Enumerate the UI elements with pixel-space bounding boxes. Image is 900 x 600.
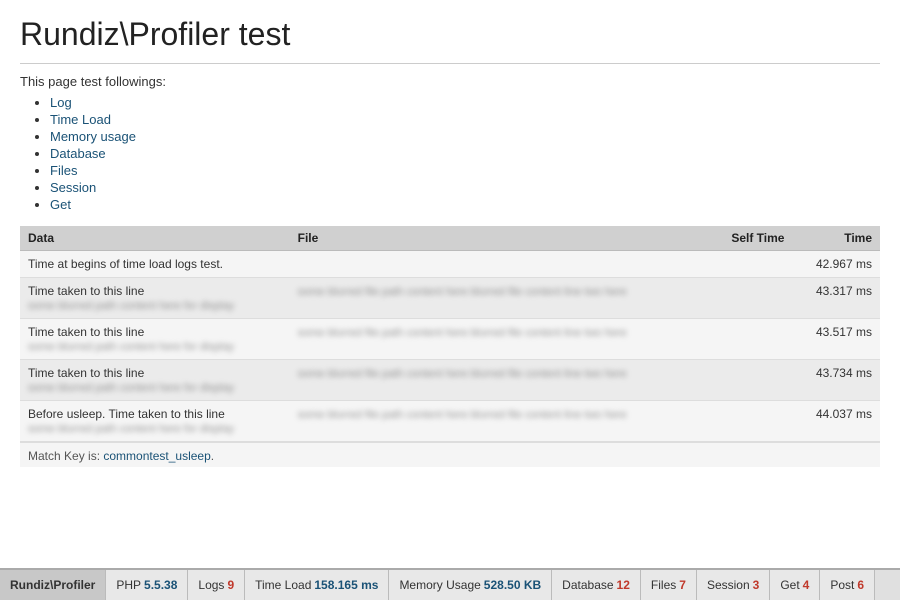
tab-get[interactable]: Get 4 [770, 570, 820, 600]
page-title: Rundiz\Profiler test [20, 16, 880, 53]
table-row: Time taken to this linesome blurred path… [20, 319, 880, 360]
cell-self-time [709, 360, 793, 401]
feature-list-item: Memory usage [50, 129, 880, 144]
cell-file [290, 251, 709, 278]
table-body: Time at begins of time load logs test. 42… [20, 251, 880, 442]
tab-bar: Rundiz\ProfilerPHP 5.5.38Logs9Time Load … [0, 568, 900, 600]
tab-badge: 9 [227, 578, 234, 592]
tab-label: PHP [116, 578, 141, 592]
feature-link[interactable]: Memory usage [50, 129, 136, 144]
tab-badge: 6 [857, 578, 864, 592]
blurred-file: some blurred file path content here blur… [298, 286, 627, 298]
cell-data: Time taken to this linesome blurred path… [20, 319, 290, 360]
tab-rundiz-profiler[interactable]: Rundiz\Profiler [0, 570, 106, 600]
match-key-label: Match Key is: [28, 449, 100, 463]
cell-time: 42.967 ms [792, 251, 880, 278]
cell-time: 43.734 ms [792, 360, 880, 401]
tab-memory-usage[interactable]: Memory Usage 528.50 KB [389, 570, 552, 600]
feature-list-item: Get [50, 197, 880, 212]
blurred-file: some blurred file path content here blur… [298, 327, 627, 339]
tab-time-load[interactable]: Time Load 158.165 ms [245, 570, 389, 600]
blurred-file: some blurred file path content here blur… [298, 409, 627, 421]
col-self-time: Self Time [709, 226, 793, 251]
blurred-data: some blurred path content here for displ… [28, 423, 234, 435]
cell-time: 44.037 ms [792, 401, 880, 442]
feature-link[interactable]: Get [50, 197, 71, 212]
table-row: Time taken to this linesome blurred path… [20, 278, 880, 319]
feature-list-item: Time Load [50, 112, 880, 127]
tab-badge: 4 [803, 578, 810, 592]
feature-link[interactable]: Time Load [50, 112, 111, 127]
tab-post[interactable]: Post6 [820, 570, 875, 600]
profiler-table: Data File Self Time Time Time at begins … [20, 226, 880, 442]
intro-text: This page test followings: [20, 74, 880, 89]
blurred-data: some blurred path content here for displ… [28, 382, 234, 394]
cell-file: some blurred file path content here blur… [290, 360, 709, 401]
cell-data: Before usleep. Time taken to this lineso… [20, 401, 290, 442]
tab-badge: 3 [753, 578, 760, 592]
tab-label: Database [562, 578, 613, 592]
tab-session[interactable]: Session3 [697, 570, 770, 600]
table-row: Before usleep. Time taken to this lineso… [20, 401, 880, 442]
tab-value: 528.50 KB [484, 578, 541, 592]
col-data: Data [20, 226, 290, 251]
cell-self-time [709, 319, 793, 360]
tab-value: 5.5.38 [144, 578, 177, 592]
col-file: File [290, 226, 709, 251]
feature-list: Log Time Load Memory usage Database Files Ses… [20, 95, 880, 212]
tab-database[interactable]: Database 12 [552, 570, 641, 600]
table-row: Time at begins of time load logs test. 42… [20, 251, 880, 278]
tab-label: Rundiz\Profiler [10, 578, 95, 592]
tab-label: Logs [198, 578, 224, 592]
cell-self-time [709, 401, 793, 442]
cell-file: some blurred file path content here blur… [290, 278, 709, 319]
cell-time: 43.317 ms [792, 278, 880, 319]
tab-label: Post [830, 578, 854, 592]
cell-file: some blurred file path content here blur… [290, 401, 709, 442]
tab-value: 158.165 ms [314, 578, 378, 592]
cell-data: Time taken to this linesome blurred path… [20, 360, 290, 401]
tab-files[interactable]: Files7 [641, 570, 697, 600]
cell-time: 43.517 ms [792, 319, 880, 360]
feature-list-item: Files [50, 163, 880, 178]
tab-label: Time Load [255, 578, 311, 592]
match-key-row: Match Key is: commontest_usleep. [20, 442, 880, 467]
feature-list-item: Session [50, 180, 880, 195]
feature-link[interactable]: Session [50, 180, 96, 195]
match-key-link[interactable]: commontest_usleep [103, 449, 210, 463]
table-header: Data File Self Time Time [20, 226, 880, 251]
blurred-data: some blurred path content here for displ… [28, 341, 234, 353]
table-row: Time taken to this linesome blurred path… [20, 360, 880, 401]
tab-label: Files [651, 578, 676, 592]
tab-label: Session [707, 578, 750, 592]
feature-link[interactable]: Database [50, 146, 106, 161]
tab-logs[interactable]: Logs9 [188, 570, 245, 600]
tab-php[interactable]: PHP 5.5.38 [106, 570, 188, 600]
cell-file: some blurred file path content here blur… [290, 319, 709, 360]
title-divider [20, 63, 880, 64]
blurred-data: some blurred path content here for displ… [28, 300, 234, 312]
cell-data: Time at begins of time load logs test. [20, 251, 290, 278]
main-content: Rundiz\Profiler test This page test foll… [0, 0, 900, 568]
tab-label: Get [780, 578, 799, 592]
feature-list-item: Log [50, 95, 880, 110]
col-time: Time [792, 226, 880, 251]
feature-link[interactable]: Log [50, 95, 72, 110]
tab-badge: 7 [679, 578, 686, 592]
tab-label: Memory Usage [399, 578, 480, 592]
feature-link[interactable]: Files [50, 163, 77, 178]
tab-badge: 12 [617, 578, 630, 592]
cell-data: Time taken to this linesome blurred path… [20, 278, 290, 319]
blurred-file: some blurred file path content here blur… [298, 368, 627, 380]
feature-list-item: Database [50, 146, 880, 161]
cell-self-time [709, 251, 793, 278]
cell-self-time [709, 278, 793, 319]
